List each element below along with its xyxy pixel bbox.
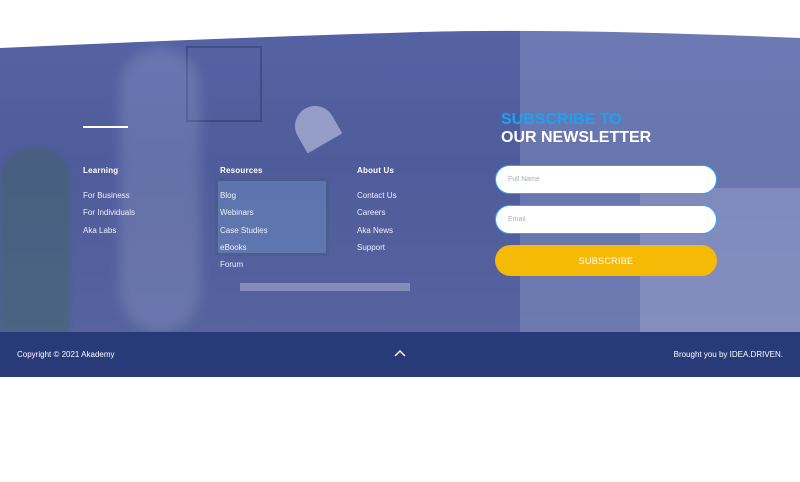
footer-column-resources: Resources Blog Webinars Case Studies eBo… <box>220 166 268 277</box>
email-input[interactable] <box>495 205 717 234</box>
column-heading-resources: Resources <box>220 166 263 175</box>
link-for-individuals[interactable]: For Individuals <box>83 208 135 225</box>
top-wave-divider <box>0 28 800 48</box>
footer-column-about-us: About Us Contact Us Careers Aka News Sup… <box>357 166 397 260</box>
footer-column-learning: Learning For Business For Individuals Ak… <box>83 166 135 243</box>
link-webinars[interactable]: Webinars <box>220 208 268 225</box>
background-plant <box>0 148 70 332</box>
column-heading-about-us: About Us <box>357 166 395 175</box>
subscribe-button[interactable]: SUBSCRIBE <box>495 245 717 276</box>
background-lamp <box>287 98 343 154</box>
footer-divider-line <box>83 126 128 128</box>
link-support[interactable]: Support <box>357 243 397 260</box>
link-aka-news[interactable]: Aka News <box>357 226 397 243</box>
link-blog[interactable]: Blog <box>220 191 268 208</box>
newsletter-title-line1: SUBSCRIBE TO <box>501 111 622 128</box>
link-careers[interactable]: Careers <box>357 208 397 225</box>
link-forum[interactable]: Forum <box>220 260 268 277</box>
link-contact-us[interactable]: Contact Us <box>357 191 397 208</box>
link-aka-labs[interactable]: Aka Labs <box>83 226 135 243</box>
credit-text: Brought you by IDEA.DRIVEN. <box>673 350 783 359</box>
footer-bottom-bar: Copyright © 2021 Akademy Brought you by … <box>0 332 800 377</box>
newsletter-title: SUBSCRIBE TO OUR NEWSLETTER <box>501 111 651 147</box>
newsletter-title-line2: OUR NEWSLETTER <box>501 129 652 146</box>
chevron-up-icon[interactable] <box>392 346 408 360</box>
copyright-text: Copyright © 2021 Akademy <box>17 350 115 359</box>
link-case-studies[interactable]: Case Studies <box>220 226 268 243</box>
link-for-business[interactable]: For Business <box>83 191 135 208</box>
background-desk <box>240 283 410 291</box>
link-ebooks[interactable]: eBooks <box>220 243 268 260</box>
column-heading-learning: Learning <box>83 166 119 175</box>
full-name-input[interactable] <box>495 165 717 194</box>
